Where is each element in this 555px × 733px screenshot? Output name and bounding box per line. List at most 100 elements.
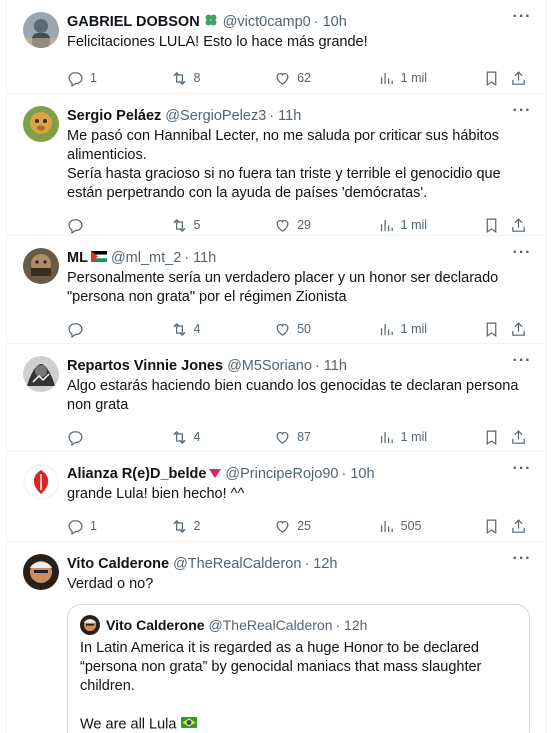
reply-button[interactable]	[67, 217, 171, 234]
share-button[interactable]	[510, 429, 530, 446]
author-handle[interactable]: @TheRealCalderon	[173, 556, 301, 572]
author-name[interactable]: Vito Calderone	[67, 556, 169, 572]
quoted-tweet-body: In Latin America it is regarded as a hug…	[80, 640, 482, 733]
like-button[interactable]: 25	[274, 518, 378, 535]
timestamp[interactable]: · 11h	[269, 108, 301, 124]
tweet[interactable]: Alianza R(e)D_belde @PrincipeRojo90 · 10…	[7, 452, 546, 542]
reply-button[interactable]	[67, 429, 171, 446]
views-button[interactable]: 1 mil	[378, 70, 484, 87]
tweet[interactable]: Sergio Peláez @SergioPelez3 · 11h ··· Me…	[7, 94, 546, 236]
share-icon	[512, 321, 526, 336]
more-icon[interactable]: ···	[512, 103, 532, 124]
share-icon	[512, 70, 526, 85]
author-name[interactable]: Repartos Vinnie Jones	[67, 358, 223, 374]
retweet-icon	[172, 218, 186, 232]
share-icon	[512, 518, 526, 533]
quoted-tweet[interactable]: Vito Calderone @TheRealCalderon · 12h In…	[67, 604, 530, 733]
bookmark-icon	[486, 71, 497, 86]
like-button[interactable]: 50	[274, 321, 378, 338]
views-button[interactable]: 505	[378, 518, 484, 535]
heart-icon	[276, 520, 289, 533]
avatar[interactable]	[23, 106, 59, 142]
share-button[interactable]	[510, 217, 530, 234]
author-handle[interactable]: @vict0camp0	[223, 14, 311, 30]
tweet[interactable]: Repartos Vinnie Jones @M5Soriano · 11h ·…	[7, 344, 546, 452]
heart-icon	[276, 72, 289, 85]
tweet-text: Algo estarás haciendo bien cuando los ge…	[67, 378, 519, 413]
avatar[interactable]	[23, 12, 59, 48]
tweet-header: ML @ml_mt_2 · 11h	[67, 248, 530, 268]
more-icon[interactable]: ···	[512, 245, 532, 266]
author-handle[interactable]: @PrincipeRojo90	[225, 466, 338, 482]
tweet-text: grande Lula! bien hecho! ^^	[67, 486, 245, 502]
bookmark-button[interactable]	[483, 217, 510, 234]
views-icon	[380, 431, 393, 443]
tweet-header: Repartos Vinnie Jones @M5Soriano · 11h	[67, 356, 530, 376]
share-button[interactable]	[510, 518, 530, 535]
author-name[interactable]: Sergio Peláez	[67, 108, 161, 124]
like-count: 25	[297, 519, 311, 533]
like-count: 50	[297, 322, 311, 336]
author-name[interactable]: ML	[67, 250, 88, 266]
quoted-tweet-text: In Latin America it is regarded as a hug…	[80, 639, 517, 733]
retweet-icon	[172, 71, 186, 85]
like-count: 87	[297, 430, 311, 444]
tweet[interactable]: ML @ml_mt_2 · 11h ··· Personalmente serí…	[7, 236, 546, 344]
tweet-text: Verdad o no?	[67, 576, 154, 592]
reply-button[interactable]: 1	[67, 70, 171, 87]
tweet[interactable]: Vito Calderone @TheRealCalderon · 12h ··…	[7, 542, 546, 733]
like-button[interactable]: 87	[274, 429, 378, 446]
author-handle[interactable]: @ml_mt_2	[111, 250, 181, 266]
author-name[interactable]: Alianza R(e)D_belde	[67, 466, 206, 482]
retweet-button[interactable]: 5	[171, 217, 275, 234]
retweet-button[interactable]: 2	[171, 518, 275, 535]
retweet-icon	[172, 519, 186, 533]
author-handle[interactable]: @SergioPelez3	[165, 108, 266, 124]
reply-button[interactable]	[67, 321, 171, 338]
author-handle[interactable]: @M5Soriano	[227, 358, 312, 374]
retweet-button[interactable]: 8	[171, 70, 275, 87]
tweet-actions: 4 87 1 mil	[67, 421, 530, 453]
avatar[interactable]	[23, 248, 59, 284]
views-count: 1 mil	[400, 430, 428, 444]
share-button[interactable]	[510, 70, 530, 87]
like-button[interactable]: 62	[274, 70, 378, 87]
avatar[interactable]	[23, 464, 59, 500]
bookmark-button[interactable]	[483, 429, 510, 446]
timestamp[interactable]: · 11h	[315, 358, 347, 374]
timestamp[interactable]: · 11h	[184, 250, 216, 266]
views-icon	[380, 323, 393, 335]
retweet-icon	[172, 322, 186, 336]
bookmark-button[interactable]	[483, 321, 510, 338]
more-icon[interactable]: ···	[512, 353, 532, 374]
retweet-button[interactable]: 4	[171, 429, 275, 446]
more-icon[interactable]: ···	[512, 461, 532, 482]
bookmark-button[interactable]	[483, 70, 510, 87]
author-name[interactable]: GABRIEL DOBSON	[67, 14, 200, 30]
timestamp[interactable]: · 12h	[304, 556, 337, 572]
like-button[interactable]: 29	[274, 217, 378, 234]
avatar[interactable]	[23, 356, 59, 392]
more-icon[interactable]: ···	[512, 551, 532, 572]
reply-button[interactable]: 1	[67, 518, 171, 535]
tweet-actions: 1 2 25 505	[67, 510, 530, 542]
avatar[interactable]	[23, 554, 59, 590]
timestamp[interactable]: · 10h	[314, 14, 347, 30]
retweet-button[interactable]: 4	[171, 321, 275, 338]
timestamp[interactable]: · 10h	[341, 466, 374, 482]
tweet[interactable]: GABRIEL DOBSON @vict0camp0 · 10h ··· Fel…	[7, 0, 546, 94]
reply-icon	[68, 322, 83, 338]
views-button[interactable]: 1 mil	[378, 217, 484, 234]
views-count: 505	[400, 519, 422, 533]
clover-icon	[203, 12, 219, 32]
red-triangle-icon	[209, 466, 222, 482]
views-icon	[380, 72, 393, 84]
reply-icon	[68, 430, 83, 446]
views-button[interactable]: 1 mil	[378, 429, 484, 446]
more-icon[interactable]: ···	[512, 9, 532, 30]
share-icon	[512, 429, 526, 444]
share-button[interactable]	[510, 321, 530, 338]
views-button[interactable]: 1 mil	[378, 321, 484, 338]
bookmark-button[interactable]	[483, 518, 510, 535]
tweet-text: Felicitaciones LULA! Esto lo hace más gr…	[67, 34, 368, 50]
